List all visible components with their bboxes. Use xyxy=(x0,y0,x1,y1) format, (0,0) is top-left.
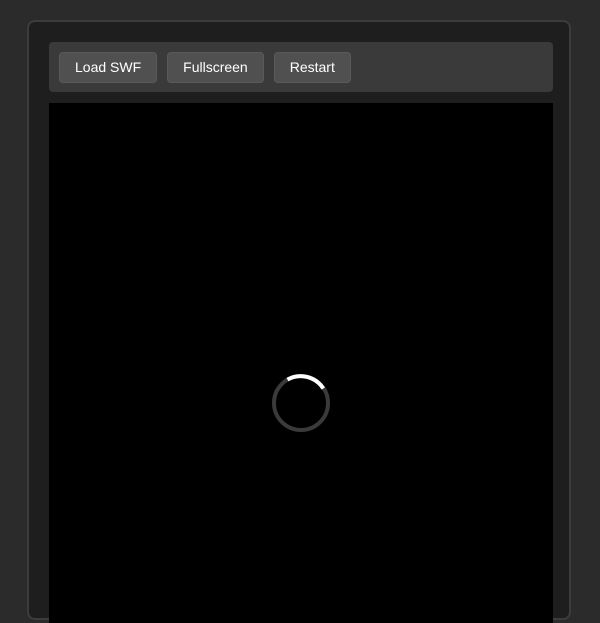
loading-spinner-icon xyxy=(272,374,330,432)
toolbar: Load SWF Fullscreen Restart xyxy=(49,42,553,92)
fullscreen-button[interactable]: Fullscreen xyxy=(167,51,264,83)
restart-button[interactable]: Restart xyxy=(273,51,351,83)
swf-player-stage[interactable] xyxy=(49,103,553,623)
load-swf-button[interactable]: Load SWF xyxy=(59,51,158,83)
player-container: Load SWF Fullscreen Restart xyxy=(27,20,571,623)
